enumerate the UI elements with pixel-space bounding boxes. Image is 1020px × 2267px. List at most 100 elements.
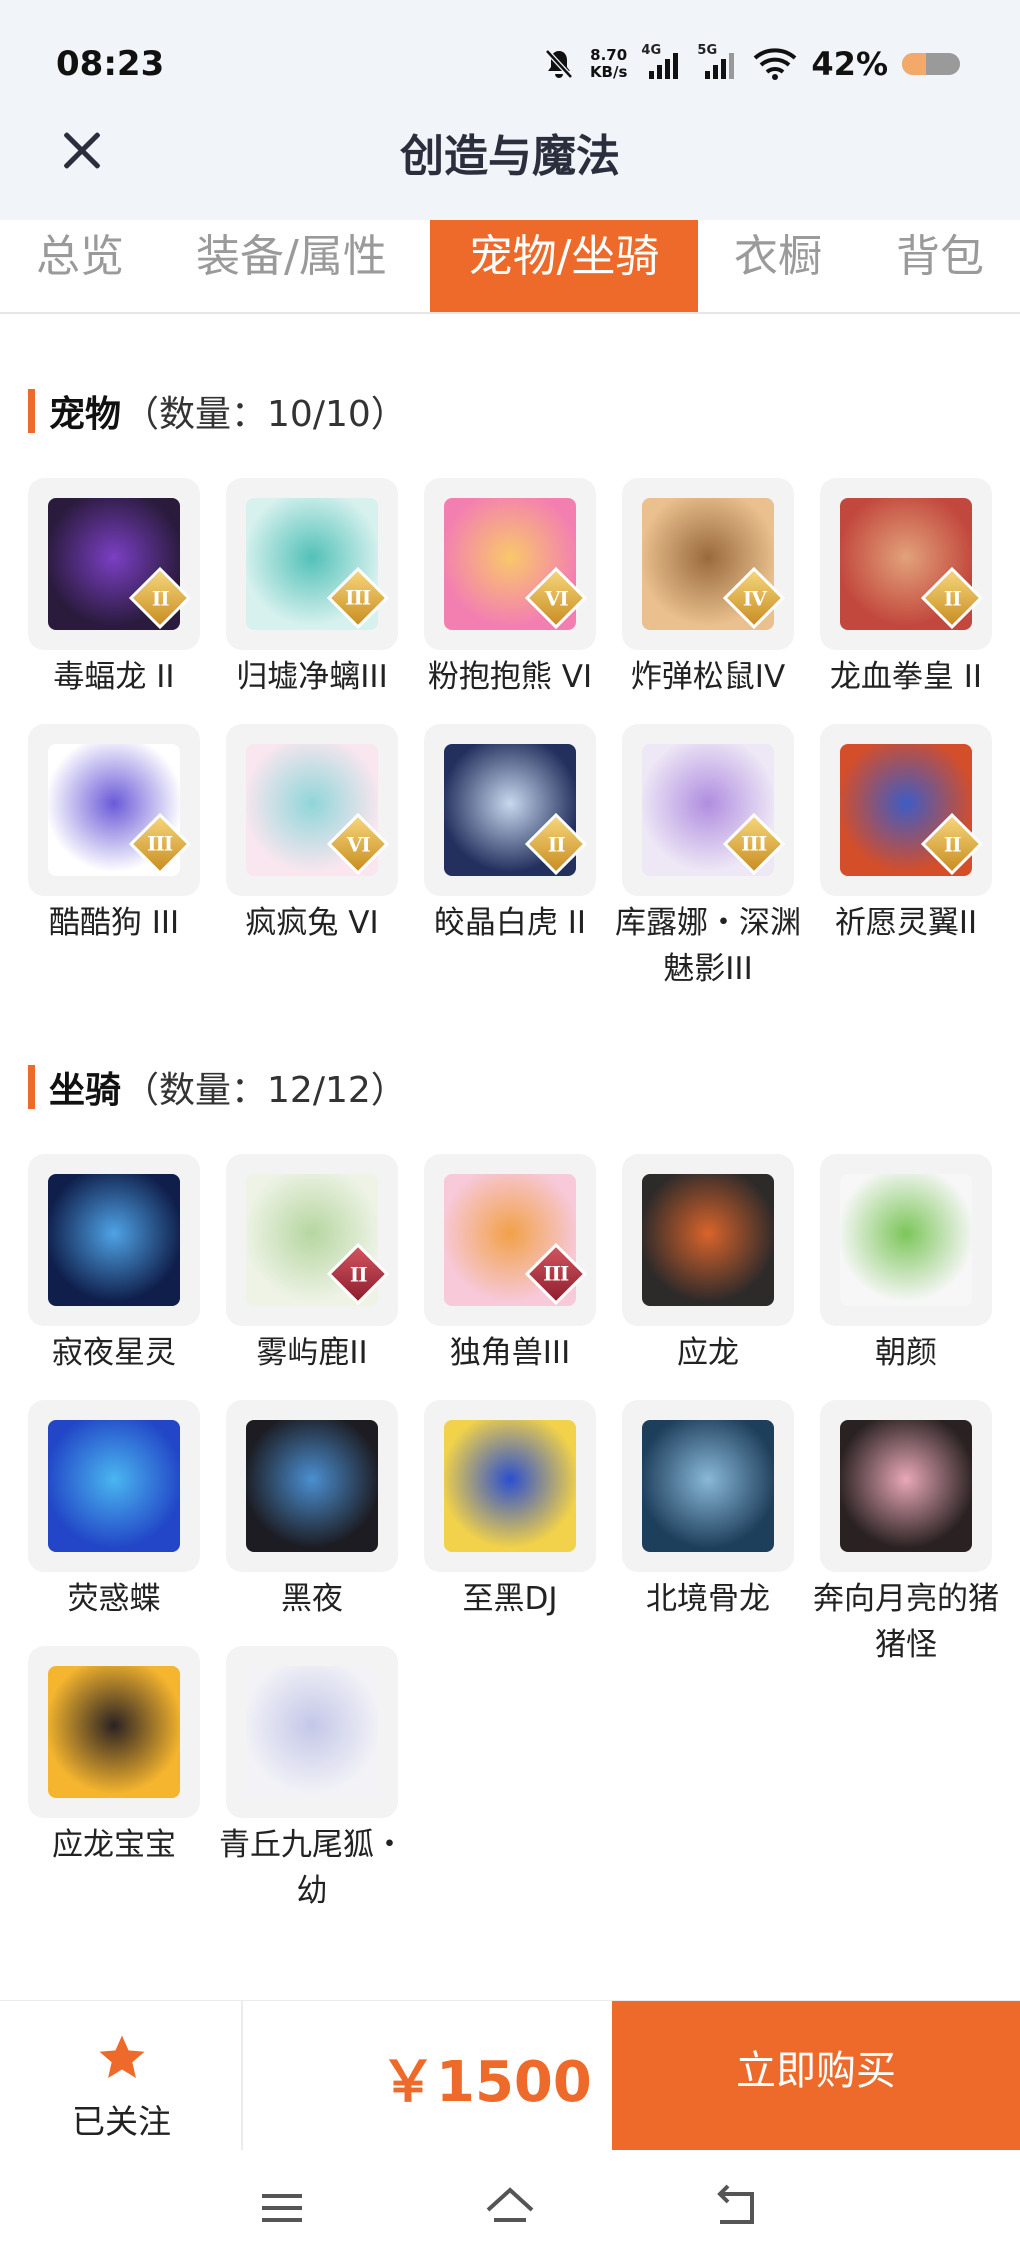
tab-bar: 总览 装备/属性 宠物/坐骑 衣橱 背包 bbox=[0, 220, 1020, 314]
mount-item[interactable]: 至黑DJ bbox=[424, 1400, 596, 1622]
pet-card: II bbox=[820, 724, 992, 896]
tier-label: II bbox=[349, 1262, 367, 1286]
mount-card bbox=[820, 1154, 992, 1326]
tab-pets-mounts[interactable]: 宠物/坐骑 bbox=[430, 220, 698, 312]
mount-name: 寂夜星灵 bbox=[52, 1335, 176, 1371]
pet-item[interactable]: III 库露娜・深渊魅影III bbox=[615, 724, 801, 992]
back-icon[interactable] bbox=[706, 2180, 766, 2236]
menu-icon[interactable] bbox=[252, 2180, 312, 2236]
mount-item[interactable]: 黑夜 bbox=[226, 1400, 398, 1622]
mount-card bbox=[226, 1400, 398, 1572]
pet-item[interactable]: IV 炸弹松鼠IV bbox=[622, 478, 794, 700]
pet-name: 祈愿灵翼II bbox=[834, 905, 978, 941]
battery-fill bbox=[902, 53, 927, 75]
pets-section-header: 宠物 （数量：10/10） bbox=[28, 388, 407, 435]
pet-name: 炸弹松鼠IV bbox=[630, 659, 786, 695]
mount-card bbox=[820, 1400, 992, 1572]
pet-item[interactable]: II 祈愿灵翼II bbox=[820, 724, 992, 946]
pet-card: VI bbox=[424, 478, 596, 650]
tier-label: II bbox=[943, 586, 961, 610]
mount-name: 北境骨龙 bbox=[646, 1581, 770, 1617]
follow-button[interactable]: 已关注 bbox=[0, 2001, 243, 2151]
mount-portrait bbox=[246, 1666, 378, 1798]
pet-name: 归墟净螭III bbox=[236, 659, 388, 695]
mount-card bbox=[226, 1646, 398, 1818]
mount-card bbox=[622, 1400, 794, 1572]
bottom-action-bar: 已关注 ￥1500 立即购买 bbox=[0, 2000, 1020, 2151]
mount-portrait bbox=[48, 1174, 180, 1306]
mount-name: 黑夜 bbox=[281, 1581, 343, 1617]
mount-item[interactable]: 应龙宝宝 bbox=[28, 1646, 200, 1868]
mount-portrait bbox=[642, 1420, 774, 1552]
tier-label: III bbox=[147, 831, 173, 856]
pet-name: 酷酷狗 III bbox=[48, 905, 180, 941]
mount-name: 雾屿鹿II bbox=[256, 1335, 368, 1371]
tab-equipment[interactable]: 装备/属性 bbox=[196, 220, 387, 312]
buy-now-button[interactable]: 立即购买 bbox=[612, 2001, 1020, 2151]
mount-name: 应龙宝宝 bbox=[52, 1827, 176, 1863]
mount-item[interactable]: 北境骨龙 bbox=[622, 1400, 794, 1622]
section-accent-bar bbox=[28, 389, 35, 433]
mount-portrait bbox=[840, 1174, 972, 1306]
pet-item[interactable]: VI 粉抱抱熊 VI bbox=[424, 478, 596, 700]
pet-card: II bbox=[28, 478, 200, 650]
pet-item[interactable]: II 皎晶白虎 II bbox=[424, 724, 596, 946]
pet-item[interactable]: III 归墟净螭III bbox=[226, 478, 398, 700]
mount-card bbox=[28, 1400, 200, 1572]
mount-name: 奔向月亮的猪猪怪 bbox=[813, 1581, 999, 1663]
pet-item[interactable]: II 毒蝠龙 II bbox=[28, 478, 200, 700]
mount-portrait bbox=[48, 1420, 180, 1552]
mount-card bbox=[28, 1646, 200, 1818]
tier-label: VI bbox=[544, 586, 568, 610]
tier-label: IV bbox=[742, 586, 766, 610]
pet-name: 粉抱抱熊 VI bbox=[427, 659, 593, 695]
mount-portrait bbox=[444, 1420, 576, 1552]
mount-name: 独角兽III bbox=[449, 1335, 571, 1371]
mount-portrait bbox=[246, 1420, 378, 1552]
tier-label: II bbox=[151, 586, 169, 610]
status-time: 08:23 bbox=[56, 44, 165, 84]
tab-backpack[interactable]: 背包 bbox=[896, 220, 984, 312]
mount-card: II bbox=[226, 1154, 398, 1326]
battery-icon bbox=[902, 53, 960, 75]
mount-item[interactable]: 应龙 bbox=[622, 1154, 794, 1376]
pets-title: 宠物 bbox=[49, 394, 122, 435]
mount-item[interactable]: 奔向月亮的猪猪怪 bbox=[813, 1400, 999, 1668]
mount-card bbox=[622, 1154, 794, 1326]
system-nav-bar bbox=[0, 2150, 1020, 2267]
mount-item[interactable]: II 雾屿鹿II bbox=[226, 1154, 398, 1376]
mount-portrait bbox=[48, 1666, 180, 1798]
mount-name: 荧惑蝶 bbox=[67, 1581, 161, 1617]
tab-overview[interactable]: 总览 bbox=[36, 220, 124, 312]
mount-item[interactable]: 朝颜 bbox=[820, 1154, 992, 1376]
net-speed: 8.70 KB/s bbox=[590, 47, 627, 81]
signal-4g-label: 4G bbox=[641, 43, 662, 58]
pets-count: （数量：10/10） bbox=[123, 394, 407, 435]
pet-name: 疯疯兔 VI bbox=[245, 905, 379, 941]
mount-item[interactable]: III 独角兽III bbox=[424, 1154, 596, 1376]
mute-bell-icon bbox=[545, 49, 573, 79]
mount-item[interactable]: 荧惑蝶 bbox=[28, 1400, 200, 1622]
mount-name: 至黑DJ bbox=[462, 1581, 558, 1617]
status-icons: 8.70 KB/s 4G 5G 42% bbox=[542, 43, 960, 84]
pet-item[interactable]: III 酷酷狗 III bbox=[28, 724, 200, 946]
home-icon[interactable] bbox=[480, 2180, 540, 2236]
mounts-section-header: 坐骑 （数量：12/12） bbox=[28, 1064, 407, 1111]
pet-card: III bbox=[622, 724, 794, 896]
wifi-icon bbox=[754, 48, 797, 80]
header: 创造与魔法 bbox=[0, 100, 1020, 200]
pet-item[interactable]: VI 疯疯兔 VI bbox=[226, 724, 398, 946]
tab-wardrobe[interactable]: 衣橱 bbox=[734, 220, 822, 312]
signal-5g-label: 5G bbox=[697, 43, 718, 58]
pet-item[interactable]: II 龙血拳皇 II bbox=[820, 478, 992, 700]
signal-5g-icon: 5G bbox=[697, 43, 739, 79]
mount-item[interactable]: 寂夜星灵 bbox=[28, 1154, 200, 1376]
mount-card bbox=[424, 1400, 596, 1572]
pet-name: 毒蝠龙 II bbox=[53, 659, 175, 695]
mount-portrait bbox=[642, 1174, 774, 1306]
mount-item[interactable]: 青丘九尾狐・幼 bbox=[219, 1646, 405, 1914]
mounts-count: （数量：12/12） bbox=[123, 1070, 407, 1111]
mount-card: III bbox=[424, 1154, 596, 1326]
mount-name: 应龙 bbox=[677, 1335, 739, 1371]
star-icon bbox=[99, 2035, 145, 2079]
